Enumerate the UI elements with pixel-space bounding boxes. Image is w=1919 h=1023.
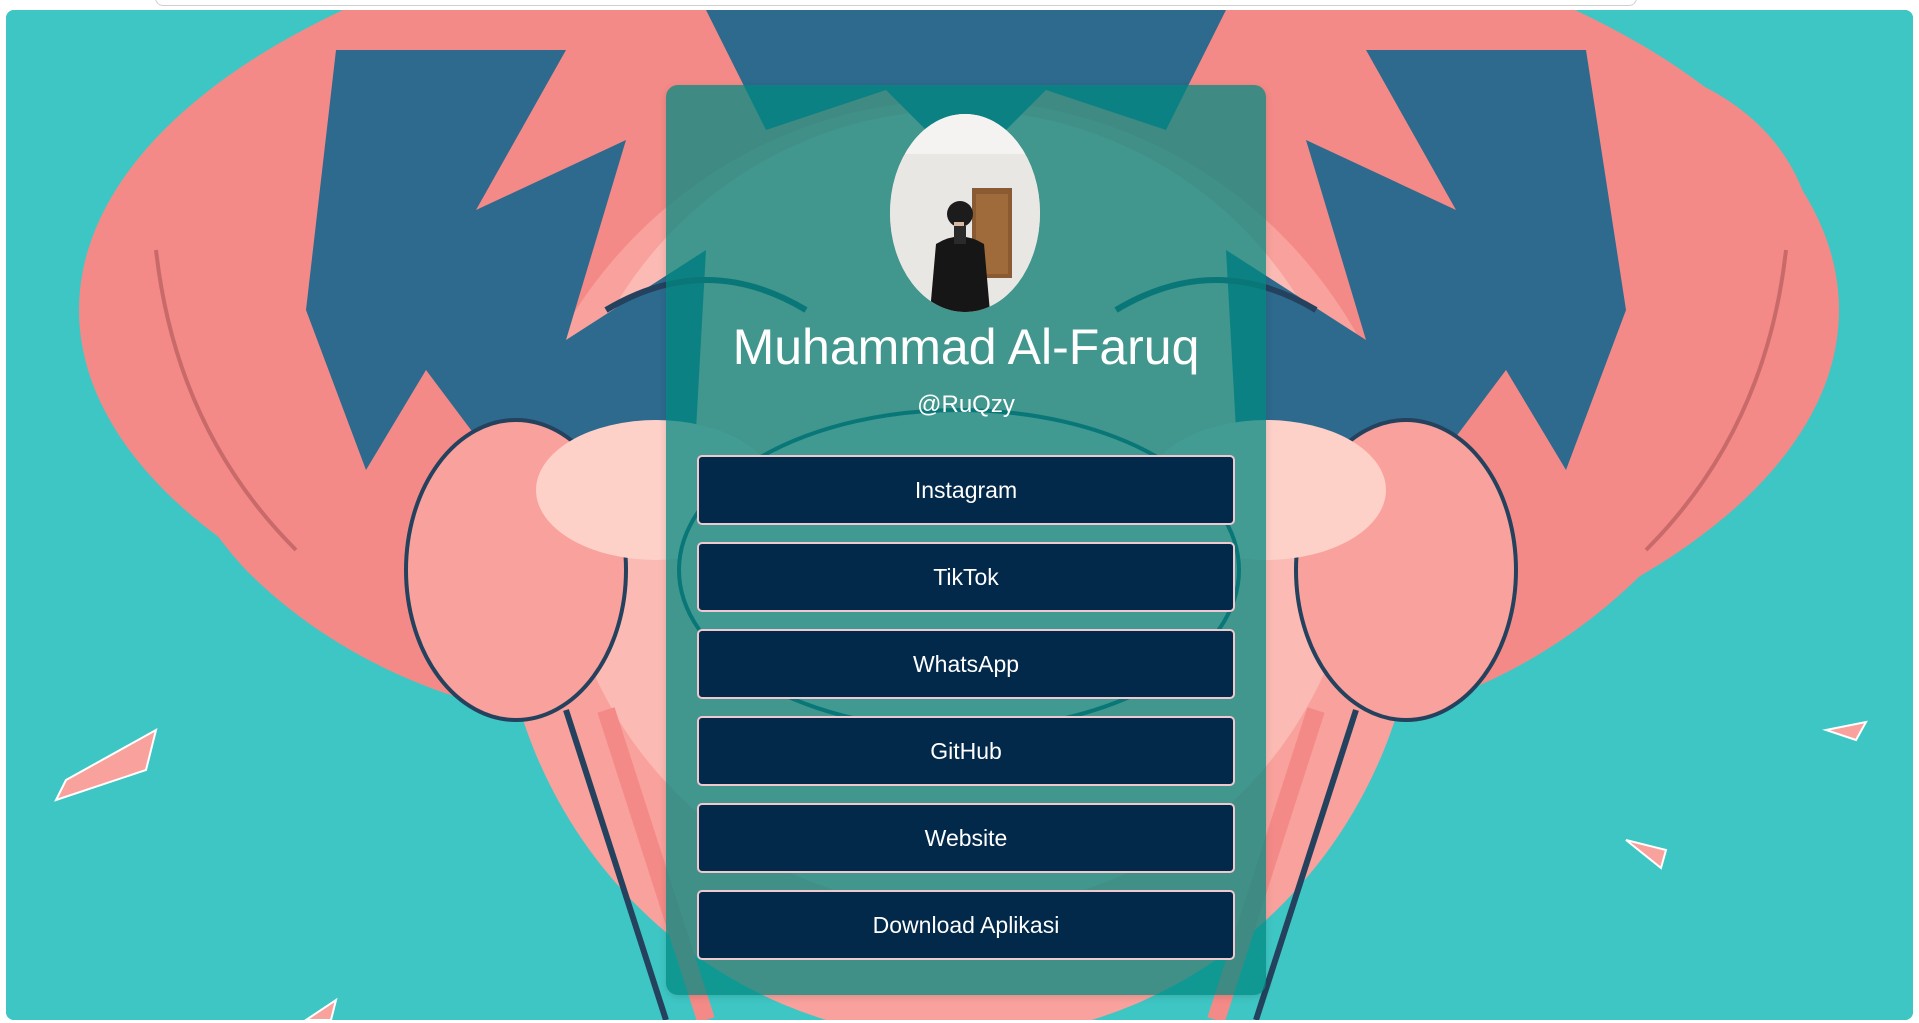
browser-top-bar bbox=[155, 0, 1637, 6]
page-viewport: Muhammad Al-Faruq @RuQzy Instagram TikTo… bbox=[6, 10, 1913, 1020]
profile-name: Muhammad Al-Faruq bbox=[732, 319, 1200, 375]
tiktok-link-button[interactable]: TikTok bbox=[697, 542, 1235, 612]
whatsapp-link-button[interactable]: WhatsApp bbox=[697, 629, 1235, 699]
github-link-button[interactable]: GitHub bbox=[697, 716, 1235, 786]
avatar bbox=[890, 114, 1040, 312]
download-app-link-button[interactable]: Download Aplikasi bbox=[697, 890, 1235, 960]
link-list: Instagram TikTok WhatsApp GitHub Website… bbox=[697, 455, 1235, 977]
profile-handle: @RuQzy bbox=[917, 391, 1015, 418]
profile-card: Muhammad Al-Faruq @RuQzy Instagram TikTo… bbox=[666, 85, 1266, 995]
website-link-button[interactable]: Website bbox=[697, 803, 1235, 873]
instagram-link-button[interactable]: Instagram bbox=[697, 455, 1235, 525]
avatar-photo bbox=[890, 114, 1040, 312]
